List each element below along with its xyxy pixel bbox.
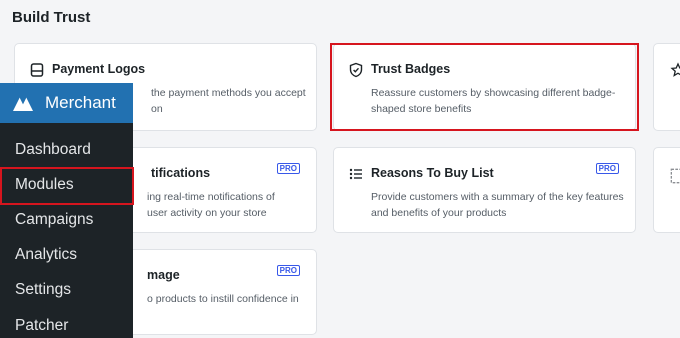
shield-check-icon xyxy=(348,62,364,78)
list-icon xyxy=(348,166,364,182)
card-title: Payment Logos xyxy=(52,62,146,76)
card-trust-badges[interactable]: Trust Badges Reassure customers by showc… xyxy=(333,43,636,131)
card-title: mage xyxy=(147,268,180,282)
pro-badge: PRO xyxy=(276,265,300,276)
card-description: the payment methods you accept on xyxy=(151,87,306,115)
sidebar-item-settings[interactable]: Settings xyxy=(0,275,133,305)
admin-sidebar: Merchant Dashboard Modules Campaigns Ana… xyxy=(0,83,133,338)
card-description: Reassure customers by showcasing differe… xyxy=(371,87,616,115)
card-description: o products to instill confidence in xyxy=(147,293,299,305)
sidebar-item-dashboard[interactable]: Dashboard xyxy=(0,135,133,165)
card-title: Trust Badges xyxy=(371,62,451,76)
card-description: Provide customers with a summary of the … xyxy=(371,191,624,219)
sidebar-item-campaigns[interactable]: Campaigns xyxy=(0,205,133,235)
merchant-menu-label: Merchant xyxy=(45,93,116,112)
pro-badge: PRO xyxy=(276,163,300,174)
section-title: Build Trust xyxy=(12,9,91,26)
sidebar-item-patcher[interactable]: Patcher xyxy=(0,311,133,338)
sidebar-item-analytics[interactable]: Analytics xyxy=(0,240,133,270)
card-partial-right-1[interactable] xyxy=(653,43,680,131)
merchant-logo-icon xyxy=(12,94,34,112)
card-reasons-to-buy[interactable]: Reasons To Buy List PRO Provide customer… xyxy=(333,147,636,233)
grid-icon xyxy=(670,168,680,184)
sidebar-item-modules[interactable]: Modules xyxy=(0,170,133,200)
card-title: tifications xyxy=(151,166,211,180)
merchant-menu-header[interactable]: Merchant xyxy=(0,83,133,123)
card-title: Reasons To Buy List xyxy=(371,166,494,180)
credit-card-icon xyxy=(29,62,45,78)
card-description: ing real-time notifications of user acti… xyxy=(147,191,275,219)
card-partial-right-2[interactable] xyxy=(653,147,680,233)
star-icon xyxy=(670,62,680,78)
pro-badge: PRO xyxy=(595,163,619,174)
